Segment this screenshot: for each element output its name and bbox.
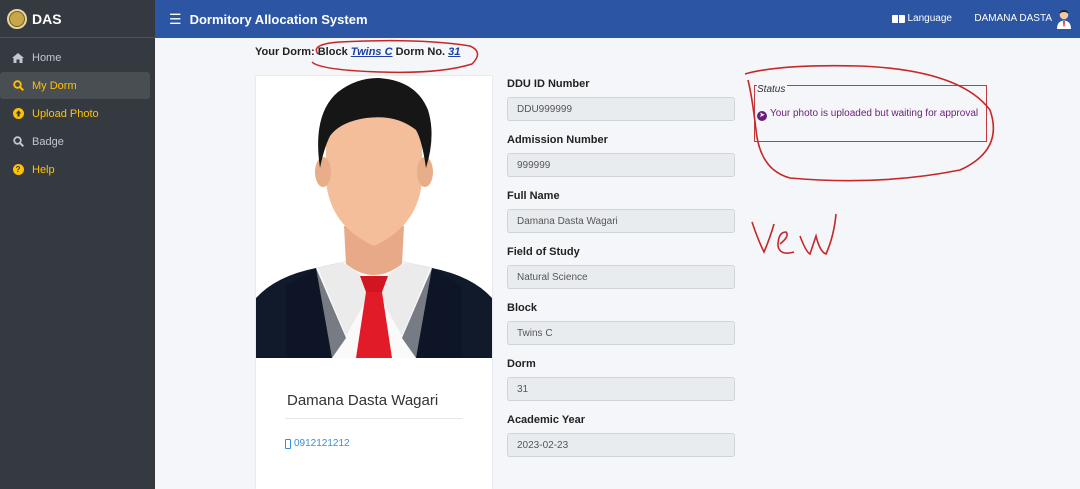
annotation-e-stroke (777, 231, 795, 254)
dorm-prefix: Your Dorm: Block (255, 46, 348, 58)
sidebar-item-upload-photo[interactable]: Upload Photo (0, 100, 150, 127)
sidebar-item-help[interactable]: ? Help (0, 156, 150, 183)
field-dorm: Dorm (507, 358, 737, 414)
app-title: Dormitory Allocation System (189, 11, 368, 27)
sidebar-nav: Home My Dorm Upload Photo Badge ? Help (0, 38, 155, 183)
language-icon (891, 14, 905, 23)
search-icon (11, 136, 25, 147)
user-avatar-icon[interactable] (1056, 9, 1072, 29)
brand-text: DAS (32, 10, 62, 27)
field-admission-number: Admission Number (507, 134, 737, 190)
mobile-phone-icon (285, 438, 291, 449)
sidebar-item-my-dorm[interactable]: My Dorm (0, 72, 150, 99)
top-navbar: ☰ Dormitory Allocation System Language D… (155, 0, 1080, 38)
full-name-input[interactable] (507, 209, 735, 233)
phone-number-text: 0912121212 (294, 438, 350, 449)
sidebar-item-label: Upload Photo (32, 107, 99, 120)
admission-number-input[interactable] (507, 153, 735, 177)
profile-photo (256, 76, 492, 358)
profile-name: Damana Dasta Wagari (287, 392, 439, 409)
field-academic-year: Academic Year (507, 414, 737, 470)
profile-card: Damana Dasta Wagari 0912121212 (256, 76, 492, 489)
field-label: Field of Study (507, 246, 580, 258)
dorm-summary: Your Dorm: Block Twins C Dorm No. 31 (255, 46, 460, 58)
status-message-text: Your photo is uploaded but waiting for a… (770, 108, 979, 119)
field-label: DDU ID Number (507, 78, 590, 90)
brand[interactable]: DAS (0, 0, 155, 38)
field-full-name: Full Name (507, 190, 737, 246)
language-selector[interactable]: Language (891, 13, 953, 24)
field-block: Block (507, 302, 737, 358)
dorm-number-link[interactable]: 31 (448, 46, 460, 58)
language-label: Language (907, 13, 953, 24)
university-logo-icon (7, 8, 27, 29)
status-legend: Status (757, 84, 788, 95)
sidebar-item-label: My Dorm (32, 79, 77, 92)
annotation-w-stroke (799, 213, 837, 256)
field-field-of-study: Field of Study (507, 246, 737, 302)
block-link[interactable]: Twins C (351, 46, 393, 58)
block-input[interactable] (507, 321, 735, 345)
status-message: ➤ Your photo is uploaded but waiting for … (757, 106, 979, 121)
sidebar-item-badge[interactable]: Badge (0, 128, 150, 155)
upload-icon (11, 108, 25, 119)
question-icon: ? (11, 164, 25, 175)
user-name[interactable]: DAMANA DASTA (974, 13, 1052, 24)
field-label: Block (507, 302, 537, 314)
field-of-study-input[interactable] (507, 265, 735, 289)
field-label: Full Name (507, 190, 560, 202)
annotation-v-stroke (751, 221, 775, 254)
ddu-id-input[interactable] (507, 97, 735, 121)
divider (285, 418, 463, 419)
home-icon (11, 52, 25, 63)
sidebar-item-label: Badge (32, 135, 64, 148)
dorm-input[interactable] (507, 377, 735, 401)
field-ddu-id: DDU ID Number (507, 78, 737, 134)
academic-year-input[interactable] (507, 433, 735, 457)
arrow-circle-right-icon: ➤ (757, 110, 767, 121)
dorm-details-form: DDU ID Number Admission Number Full Name… (507, 78, 737, 470)
phone-number[interactable]: 0912121212 (285, 438, 350, 449)
search-icon (11, 80, 25, 91)
status-fieldset: Status ➤ Your photo is uploaded but waiti… (754, 84, 987, 142)
sidebar-item-label: Home (32, 51, 62, 64)
dorm-middle: Dorm No. (395, 46, 446, 58)
sidebar-item-home[interactable]: Home (0, 44, 150, 71)
hamburger-menu-icon[interactable]: ☰ (169, 11, 182, 28)
field-label: Academic Year (507, 414, 586, 426)
sidebar: DAS Home My Dorm Upload Photo Badge ? He… (0, 0, 155, 489)
field-label: Dorm (507, 358, 536, 370)
field-label: Admission Number (507, 134, 608, 146)
sidebar-item-label: Help (32, 163, 55, 176)
